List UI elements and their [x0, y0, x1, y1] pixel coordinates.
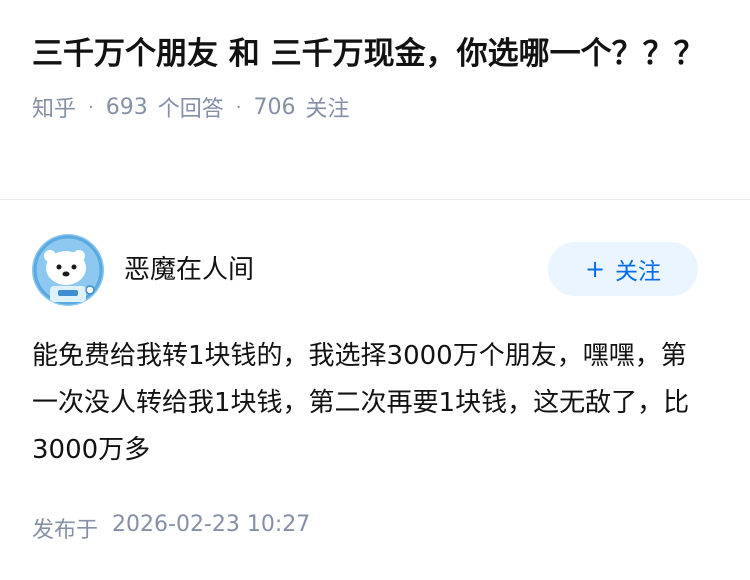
source-label[interactable]: 知乎 — [32, 91, 76, 123]
answer-count: 693 — [105, 94, 148, 120]
question-title[interactable]: 三千万个朋友 和 三千万现金，你选哪一个？？？ — [32, 30, 712, 78]
author-name[interactable]: 恶魔在人间 — [124, 249, 254, 286]
question-meta: 知乎 · 693 个回答 · 706 关注 — [32, 90, 718, 124]
publish-label: 发布于 — [32, 518, 99, 543]
divider — [0, 199, 750, 200]
publish-time: 2026-02-23 10:27 — [112, 512, 311, 537]
question-header: 三千万个朋友 和 三千万现金，你选哪一个？？？ 知乎 · 693 个回答 · 7… — [0, 0, 750, 124]
answer-count-label: 个回答 — [157, 97, 224, 122]
author-row: 恶魔在人间 + 关注 — [32, 234, 698, 306]
plus-icon: + — [584, 255, 606, 283]
follow-count-label: 关注 — [305, 97, 350, 122]
meta-separator: · — [88, 96, 94, 118]
answer-page: 三千万个朋友 和 三千万现金，你选哪一个？？？ 知乎 · 693 个回答 · 7… — [0, 0, 750, 580]
follow-button[interactable]: + 关注 — [548, 242, 698, 296]
polar-bear-astronaut-avatar-icon — [32, 234, 104, 306]
meta-separator: · — [235, 96, 242, 118]
follow-count: 706 — [253, 94, 296, 120]
answer-content[interactable]: 能免费给我转1块钱的，我选择3000万个朋友，嘿嘿，第一次没人转给我1块钱，第二… — [32, 333, 712, 474]
avatar[interactable] — [32, 234, 104, 306]
publish-info: 发布于 2026-02-23 10:27 — [32, 512, 310, 544]
follow-button-label: 关注 — [615, 259, 662, 285]
